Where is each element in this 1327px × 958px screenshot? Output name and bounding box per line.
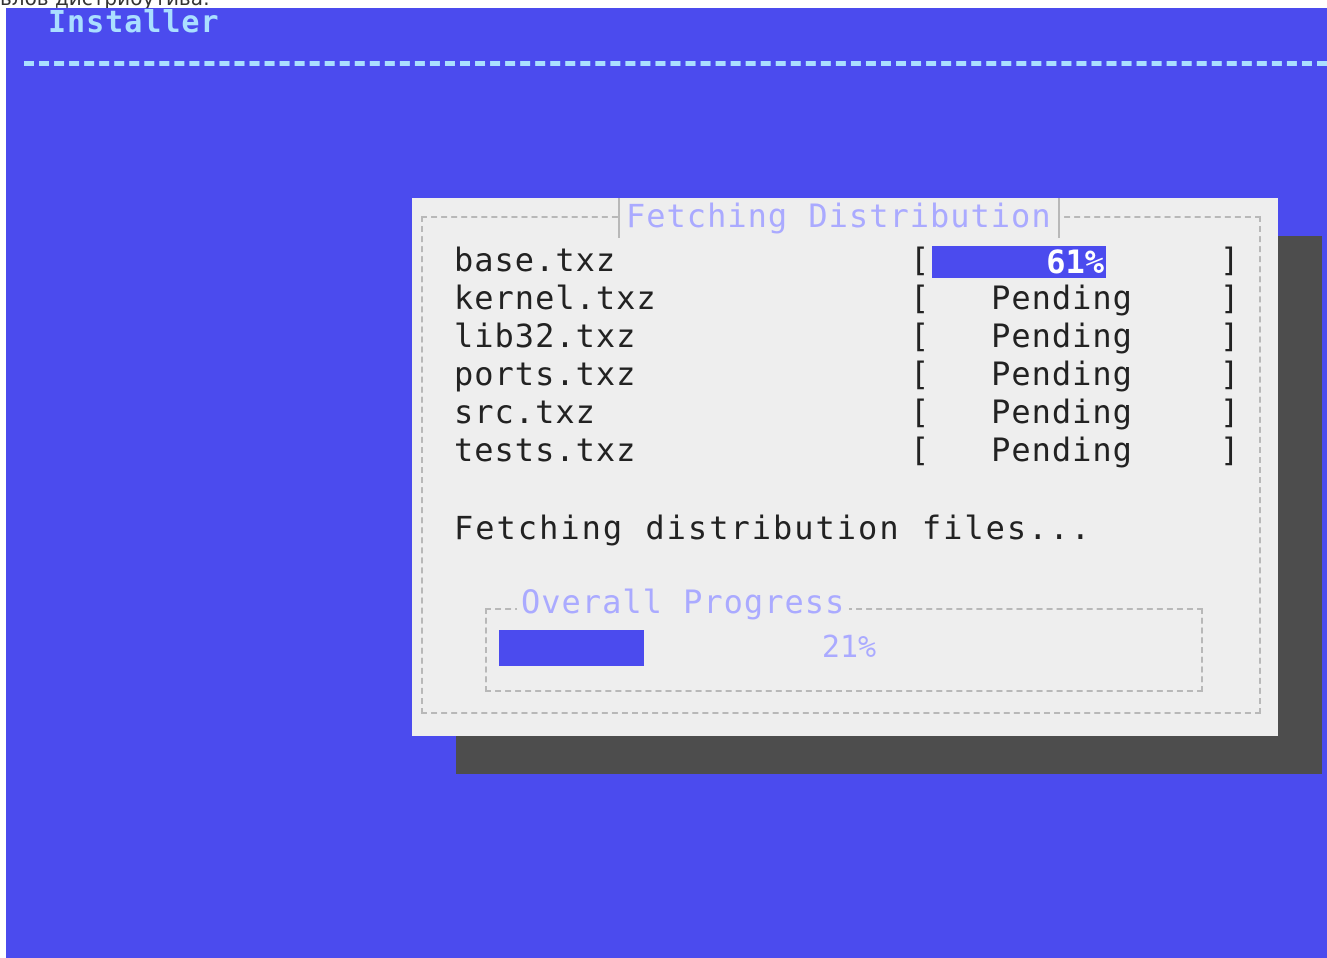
overall-progress-track: 21% xyxy=(499,630,1189,666)
file-name: kernel.txz xyxy=(454,279,657,317)
bracket-open: [ xyxy=(910,431,930,469)
bracket-close: ] xyxy=(1220,317,1240,355)
file-name: src.txz xyxy=(454,393,596,431)
bracket-close: ] xyxy=(1220,431,1240,469)
bracket-close: ] xyxy=(1220,355,1240,393)
file-status: Pending xyxy=(991,393,1133,431)
bracket-open: [ xyxy=(910,355,930,393)
file-progress-bar: 61% xyxy=(932,246,1106,278)
overall-progress-label: 21% xyxy=(821,630,877,665)
file-row-src: src.txz [ Pending ] xyxy=(454,394,1254,430)
fetch-dialog: Fetching Distribution base.txz [ 61% ] k… xyxy=(412,198,1278,736)
file-name: base.txz xyxy=(454,241,617,279)
status-message: Fetching distribution files... xyxy=(454,509,1092,547)
overall-progress-title: Overall Progress xyxy=(517,584,850,620)
file-status: Pending xyxy=(991,431,1133,469)
installer-screen: Installer Fetching Distribution base.txz… xyxy=(6,8,1327,958)
bracket-open: [ xyxy=(910,241,930,279)
file-row-kernel: kernel.txz [ Pending ] xyxy=(454,280,1254,316)
file-name: lib32.txz xyxy=(454,317,637,355)
file-status: Pending xyxy=(991,355,1133,393)
installer-title: Installer xyxy=(48,8,220,40)
file-status: Pending xyxy=(991,279,1133,317)
file-name: tests.txz xyxy=(454,431,637,469)
file-row-base: base.txz [ 61% ] xyxy=(454,242,1254,278)
bracket-close: ] xyxy=(1220,241,1240,279)
bracket-open: [ xyxy=(910,279,930,317)
bracket-close: ] xyxy=(1220,279,1240,317)
overall-progress-box: Overall Progress 21% xyxy=(485,584,1203,692)
title-divider xyxy=(24,61,1327,66)
file-row-lib32: lib32.txz [ Pending ] xyxy=(454,318,1254,354)
file-status: Pending xyxy=(991,317,1133,355)
file-name: ports.txz xyxy=(454,355,637,393)
bracket-open: [ xyxy=(910,317,930,355)
bracket-open: [ xyxy=(910,393,930,431)
dialog-title: Fetching Distribution xyxy=(618,198,1060,238)
bracket-close: ] xyxy=(1220,393,1240,431)
file-progress-label: 61% xyxy=(1046,243,1104,281)
file-row-tests: tests.txz [ Pending ] xyxy=(454,432,1254,468)
file-row-ports: ports.txz [ Pending ] xyxy=(454,356,1254,392)
